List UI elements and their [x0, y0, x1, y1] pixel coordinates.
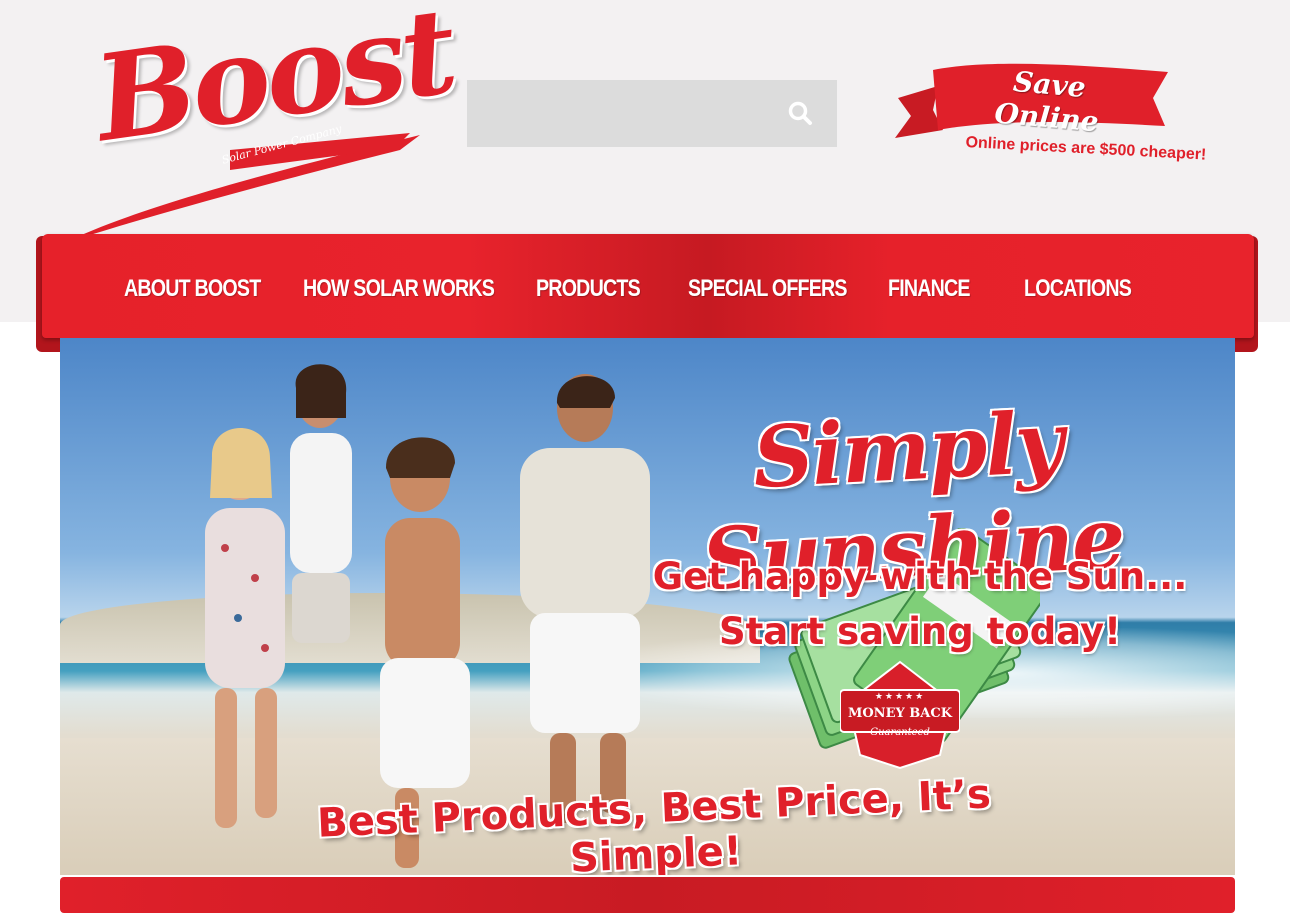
- search-icon[interactable]: [787, 100, 813, 126]
- nav-item-how-solar-works[interactable]: HOW SOLAR WORKS: [303, 272, 495, 306]
- badge-stars: ★★★★★: [874, 692, 926, 702]
- nav-item-products[interactable]: PRODUCTS: [536, 272, 641, 306]
- badge-subtext: Guaranteed: [870, 727, 930, 738]
- nav-item-locations[interactable]: LOCATIONS: [1024, 272, 1132, 306]
- nav-item-finance[interactable]: FINANCE: [888, 272, 971, 306]
- badge-label: MONEY BACK: [847, 706, 953, 721]
- save-online-label[interactable]: Save Online: [965, 61, 1130, 141]
- hero-banner[interactable]: Simply Sunshine Get happy with the Sun..…: [60, 338, 1235, 875]
- search-input[interactable]: [467, 80, 799, 147]
- hero-footer-bar: [60, 877, 1235, 913]
- hero-subline-2: Start saving today!: [718, 610, 1122, 653]
- nav-item-special-offers[interactable]: SPECIAL OFFERS: [688, 272, 848, 306]
- search-box: [467, 80, 837, 147]
- hero-subline-1: Get happy with the Sun...: [652, 555, 1188, 598]
- nav-item-about-boost[interactable]: ABOUT BOOST: [124, 272, 261, 306]
